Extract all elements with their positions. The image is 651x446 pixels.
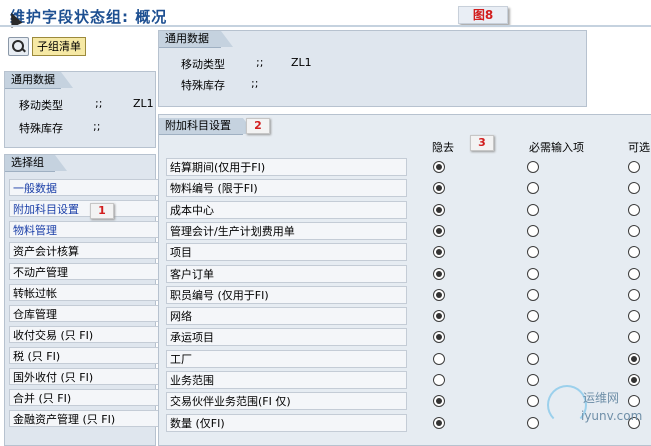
radio-hide[interactable]	[433, 288, 445, 301]
annotation-marker: 1	[90, 203, 114, 219]
field-row-label: 工厂	[166, 349, 407, 368]
radio-optional[interactable]	[628, 161, 640, 173]
select-group-item[interactable]: 不动产管理	[9, 263, 159, 280]
radio-hide[interactable]	[433, 203, 445, 216]
radio-hide[interactable]	[433, 267, 445, 280]
annotation-marker: 3	[470, 135, 494, 151]
radio-hide[interactable]	[433, 161, 445, 173]
page-title: 维护字段状态组: 概况	[10, 8, 168, 26]
watermark-text: 运维网	[583, 391, 620, 405]
select-group-item[interactable]: 国外收付 (只 FI)	[9, 368, 159, 385]
section-header: 通用数据	[5, 72, 73, 89]
select-group-item[interactable]: 金融资产管理 (只 FI)	[9, 410, 159, 427]
field-separator: ;;	[251, 77, 259, 90]
field-label: 特殊库存	[181, 79, 225, 92]
watermark: 运维网 iyunv.com	[547, 383, 645, 435]
field-row-label: 管理会计/生产计划费用单	[166, 221, 407, 240]
radio-required[interactable]	[527, 374, 539, 386]
radio-hide[interactable]	[433, 374, 445, 386]
section-header: 附加科目设置	[159, 118, 255, 135]
section-header: 通用数据	[159, 31, 233, 48]
find-button[interactable]	[8, 37, 29, 56]
watermark-url: iyunv.com	[581, 409, 643, 423]
general-data-panel-left: 通用数据 移动类型 ;; ZL1 特殊库存 ;;	[4, 71, 156, 148]
field-label: 移动类型	[181, 58, 225, 71]
select-group-item[interactable]: 一般数据	[9, 179, 159, 196]
field-row-label: 客户订单	[166, 264, 407, 283]
radio-hide[interactable]	[433, 352, 445, 365]
select-group-item[interactable]: 资产会计核算	[9, 242, 159, 259]
radio-optional[interactable]	[628, 203, 640, 216]
radio-optional[interactable]	[628, 267, 640, 280]
annotation-marker: 2	[246, 118, 270, 134]
field-label: 特殊库存	[19, 122, 63, 135]
figure-label: 图8	[458, 6, 508, 24]
field-value: ZL1	[291, 56, 312, 69]
field-separator: ;;	[93, 120, 101, 133]
radio-required[interactable]	[527, 288, 539, 301]
field-row-label: 结算期间(仅用于FI)	[166, 158, 407, 176]
select-group-item[interactable]: 仓库管理	[9, 305, 159, 322]
radio-optional[interactable]	[628, 352, 640, 365]
field-row-label: 职员编号 (仅用于FI)	[166, 285, 407, 304]
field-value: ZL1	[133, 97, 154, 110]
radio-required[interactable]	[527, 310, 539, 323]
select-group-item[interactable]: 转帐过帐	[9, 284, 159, 301]
radio-optional[interactable]	[628, 224, 640, 237]
select-group-item[interactable]: 收付交易 (只 FI)	[9, 326, 159, 343]
radio-hide[interactable]	[433, 416, 445, 429]
field-separator: ;;	[95, 97, 103, 110]
column-header-hide: 隐去	[432, 141, 454, 154]
section-header: 选择组	[5, 155, 67, 172]
field-row-label: 交易伙伴业务范围(FI 仅)	[166, 392, 407, 411]
general-data-panel-top: 通用数据 移动类型 ;; ZL1 特殊库存 ;;	[158, 30, 587, 107]
select-group-item[interactable]: 物料管理	[9, 221, 159, 238]
radio-required[interactable]	[527, 203, 539, 216]
field-label: 移动类型	[19, 99, 63, 112]
field-row-label: 物料编号 (限于FI)	[166, 179, 407, 198]
subgroup-list-button[interactable]: 子组清单	[32, 37, 86, 56]
radio-required[interactable]	[527, 224, 539, 237]
radio-required[interactable]	[527, 352, 539, 365]
radio-optional[interactable]	[628, 288, 640, 301]
radio-required[interactable]	[527, 161, 539, 173]
column-header-optional: 可选	[628, 141, 650, 154]
field-row-label: 项目	[166, 243, 407, 262]
field-row-label: 网络	[166, 307, 407, 326]
select-group-item[interactable]: 附加科目设置	[9, 200, 159, 217]
field-row-label: 承运项目	[166, 328, 407, 347]
radio-hide[interactable]	[433, 310, 445, 323]
select-group-item[interactable]: 合并 (只 FI)	[9, 389, 159, 406]
field-separator: ;;	[256, 56, 264, 69]
field-row-label: 成本中心	[166, 200, 407, 219]
radio-hide[interactable]	[433, 224, 445, 237]
radio-required[interactable]	[527, 267, 539, 280]
radio-optional[interactable]	[628, 310, 640, 323]
column-header-required: 必需输入项	[529, 141, 584, 154]
radio-required[interactable]	[527, 416, 539, 429]
field-row-label: 数量 (仅FI)	[166, 413, 407, 432]
select-group-item[interactable]: 税 (只 FI)	[9, 347, 159, 364]
title-separator	[0, 25, 651, 27]
field-row-label: 业务范围	[166, 371, 407, 389]
